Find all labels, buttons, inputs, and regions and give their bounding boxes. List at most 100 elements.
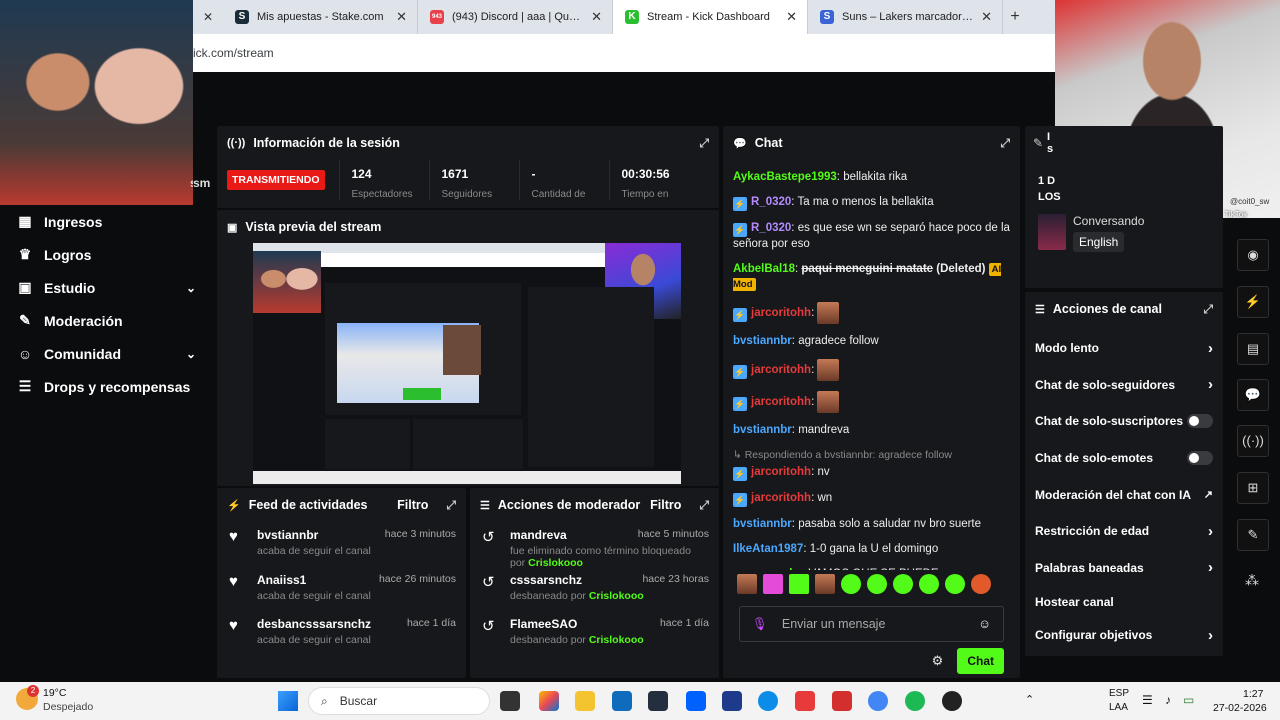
chevron-right-icon[interactable]: › <box>1208 559 1213 576</box>
clock-time[interactable]: 1:27 <box>1243 688 1263 700</box>
edge-icon[interactable] <box>758 691 778 711</box>
expand-icon[interactable]: ⤢ <box>446 498 456 513</box>
mod-action-user[interactable]: FlameeSAO <box>510 617 577 631</box>
chat-username[interactable]: jarcoritohh <box>751 466 811 478</box>
tab-close-icon[interactable]: ✕ <box>973 9 992 25</box>
sidebar-item[interactable]: ▣ Estudio ⌄ <box>0 271 212 304</box>
channel-action[interactable]: Moderación del chat con IA ↗ <box>1025 476 1223 513</box>
notes-icon[interactable]: ▤ <box>1237 333 1269 365</box>
chevron-right-icon[interactable]: › <box>1208 523 1213 540</box>
chat-message[interactable]: ⚡ R_0320: es que ese wn se separó hace po… <box>723 221 1020 252</box>
wifi-icon[interactable]: ☰ <box>1142 693 1153 707</box>
address-bar[interactable]: ick.com/stream <box>193 34 1055 72</box>
external-link-icon[interactable]: ↗ <box>1204 488 1213 501</box>
spotify-icon[interactable] <box>905 691 925 711</box>
moderator-name[interactable]: Crislokooo <box>589 634 644 646</box>
share-icon[interactable]: ⁂ <box>1245 572 1259 589</box>
tab-close-icon[interactable]: ✕ <box>388 9 407 25</box>
activity-user[interactable]: bvstiannbr <box>257 528 318 542</box>
chat-input[interactable]: 🎙 Enviar un mensaje ☺ <box>739 606 1004 642</box>
chat-message[interactable]: AkbelBal18: paqui meneguini matate (Dele… <box>723 262 1020 292</box>
emote-icon[interactable] <box>919 574 939 594</box>
expand-icon[interactable]: ⤢ <box>1203 302 1213 317</box>
layout-icon[interactable]: ⊞ <box>1237 472 1269 504</box>
browser-tab[interactable]: 943 (943) Discord | aaa | Que Brille✕ <box>418 0 613 34</box>
toggle-switch[interactable] <box>1187 414 1213 429</box>
chevron-right-icon[interactable]: › <box>1208 376 1213 393</box>
send-chat-button[interactable]: Chat <box>957 648 1004 674</box>
activity-item[interactable]: ♥ bvstiannbr hace 3 minutos acaba de seguir… <box>217 522 466 567</box>
obs-icon[interactable] <box>942 691 962 711</box>
camera-icon[interactable]: ◉ <box>1237 239 1269 271</box>
moderator-name[interactable]: Crislokooo <box>528 557 583 569</box>
chat-message[interactable]: ⚡ jarcoritohh: wn <box>723 491 1020 507</box>
mic-icon[interactable]: 🎙 <box>752 617 768 632</box>
store-icon[interactable] <box>612 691 632 711</box>
battery-icon[interactable]: ▭ <box>1183 693 1194 707</box>
chat-username[interactable]: bvstiannbr <box>733 518 792 530</box>
expand-icon[interactable]: ⤢ <box>699 136 709 151</box>
clock-date[interactable]: 27-02-2026 <box>1213 702 1267 714</box>
chevron-down-icon[interactable]: ⌄ <box>186 347 196 361</box>
channel-action[interactable]: Restricción de edad › <box>1025 513 1223 550</box>
channel-action[interactable]: Chat de solo-seguidores › <box>1025 367 1223 404</box>
browser-tab[interactable]: S Suns – Lakers marcadores y pre✕ <box>808 0 1003 34</box>
wps-icon[interactable] <box>832 691 852 711</box>
chat-username[interactable]: jarcoritohh <box>751 307 811 319</box>
pdf-icon[interactable] <box>795 691 815 711</box>
emote-icon[interactable] <box>841 574 861 594</box>
chat-message[interactable]: bvstiannbr: pasaba solo a saludar nv bro… <box>723 517 1020 532</box>
new-tab-button[interactable]: + <box>1003 0 1027 34</box>
sidebar-item[interactable]: ♛ Logros <box>0 238 212 271</box>
chat-message[interactable]: ⚡ jarcoritohh: nv <box>723 465 1020 481</box>
sidebar-item[interactable]: ✎ Moderación <box>0 304 212 337</box>
broadcast-icon[interactable]: ((·)) <box>1237 425 1269 457</box>
chat-message[interactable]: ⚡ R_0320: Ta ma o menos la bellakita <box>723 195 1020 211</box>
sidebar-item[interactable]: ▦ Ingresos <box>0 205 212 238</box>
copilot-icon[interactable] <box>539 691 559 711</box>
chat-username[interactable]: jarcoritohh <box>751 396 811 408</box>
emote-icon[interactable] <box>893 574 913 594</box>
stream-preview[interactable] <box>253 243 681 484</box>
emote-icon[interactable] <box>945 574 965 594</box>
tab-close-icon[interactable]: ✕ <box>583 9 602 25</box>
emoji-icon[interactable]: ☺ <box>978 617 991 631</box>
settings-icon[interactable]: ⚙ <box>932 653 944 669</box>
chat-message[interactable]: IlkeAtan1987: 1-0 gana la U el domingo <box>723 542 1020 557</box>
emote-icon[interactable] <box>737 574 757 594</box>
activity-item[interactable]: ♥ desbancsssarsnchz hace 1 día acaba de seg… <box>217 611 466 656</box>
chat-message[interactable]: AykacBastepe1993: bellakita rika <box>723 170 1020 185</box>
volume-icon[interactable]: ♪ <box>1165 693 1171 707</box>
task-view-icon[interactable] <box>500 691 520 711</box>
emote-icon[interactable] <box>815 574 835 594</box>
bolt-icon[interactable]: ⚡ <box>1237 286 1269 318</box>
tab-close-icon[interactable]: ✕ <box>193 0 223 34</box>
activity-filter-button[interactable]: Filtro <box>397 498 428 512</box>
chat-username[interactable]: csssarsnchz <box>733 568 802 570</box>
amazon-icon[interactable] <box>648 691 668 711</box>
expand-icon[interactable]: ⤢ <box>1000 136 1010 151</box>
chrome-icon[interactable] <box>868 691 888 711</box>
wrench-icon[interactable]: ✎ <box>1237 519 1269 551</box>
chat-message[interactable]: bvstiannbr: mandreva <box>723 423 1020 438</box>
expand-icon[interactable]: ⤢ <box>699 498 709 513</box>
chat-username[interactable]: jarcoritohh <box>751 364 811 376</box>
channel-action[interactable]: Chat de solo-suscriptores <box>1025 403 1223 440</box>
mod-action-item[interactable]: ↺ mandreva hace 5 minutos fue eliminado com… <box>470 522 719 569</box>
mod-action-item[interactable]: ↺ FlameeSAO hace 1 día desbaneado por Crisl… <box>470 611 719 656</box>
chat-message[interactable]: bvstiannbr: agradece follow <box>723 334 1020 349</box>
taskbar-search[interactable]: ⌕ Buscar <box>308 687 490 715</box>
activity-item[interactable]: ♥ Anaiiss1 hace 26 minutos acaba de seguir … <box>217 567 466 612</box>
chat-username[interactable]: AkbelBal18 <box>733 263 795 275</box>
lang-code[interactable]: ESP <box>1109 688 1129 699</box>
chat-message[interactable]: ⚡ jarcoritohh: <box>723 302 1020 324</box>
chat-username[interactable]: bvstiannbr <box>733 335 792 347</box>
emote-icon[interactable] <box>867 574 887 594</box>
activity-user[interactable]: Anaiiss1 <box>257 573 306 587</box>
chat-username[interactable]: R_0320 <box>751 222 791 234</box>
chat-username[interactable]: bvstiannbr <box>733 424 792 436</box>
b-app-icon[interactable] <box>722 691 742 711</box>
chat-username[interactable]: IlkeAtan1987 <box>733 543 803 555</box>
mod-action-user[interactable]: csssarsnchz <box>510 573 582 587</box>
emote-icon[interactable] <box>971 574 991 594</box>
